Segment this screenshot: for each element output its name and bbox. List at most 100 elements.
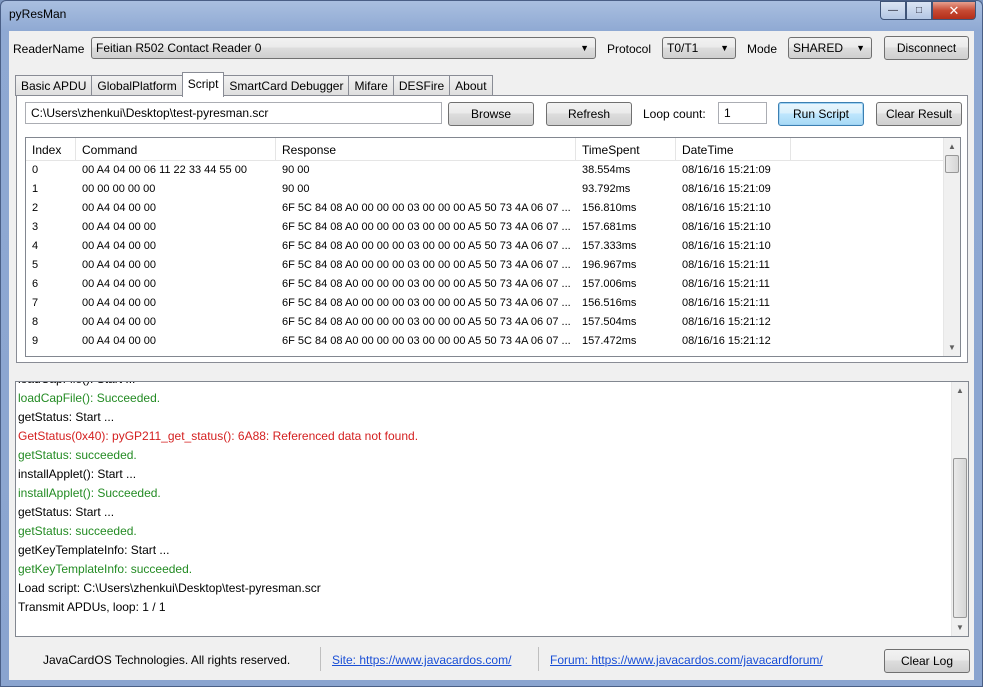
log-line: Load script: C:\Users\zhenkui\Desktop\te… [18,581,321,595]
window-title: pyResMan [9,7,67,21]
table-cell-index: 4 [32,240,39,252]
table-cell-index: 7 [32,297,39,309]
log-line: installApplet(): Succeeded. [18,486,161,500]
mode-select[interactable]: SHARED ▼ [788,37,872,59]
footer-divider [320,647,321,671]
table-cell-datetime: 08/16/16 15:21:12 [682,316,771,328]
log-line: GetStatus(0x40): pyGP211_get_status(): 6… [18,429,419,443]
log-output[interactable]: loadCapFile(): Start ... loadCapFile(): S… [15,381,969,637]
table-cell-timespent: 157.472ms [582,335,637,347]
column-header-response[interactable]: Response [276,138,576,161]
table-row[interactable]: 2 00 A4 04 00 00 6F 5C 84 08 A0 00 00 00 0… [26,199,960,218]
table-cell-index: 1 [32,183,39,195]
table-cell-datetime: 08/16/16 15:21:10 [682,202,771,214]
loop-count-input[interactable]: 1 [718,102,767,124]
table-row[interactable]: 6 00 A4 04 00 00 6F 5C 84 08 A0 00 00 00 0… [26,275,960,294]
column-header-datetime[interactable]: DateTime [676,138,791,161]
table-cell-index: 0 [32,164,39,176]
table-cell-response: 6F 5C 84 08 A0 00 00 00 03 00 00 00 A5 5… [282,335,571,347]
table-row[interactable]: 9 00 A4 04 00 00 6F 5C 84 08 A0 00 00 00 0… [26,332,960,351]
log-line: getStatus: Start ... [18,505,115,519]
close-button[interactable]: ✕ [932,1,976,20]
tab-smartcard-debugger[interactable]: SmartCard Debugger [223,75,350,96]
disconnect-button[interactable]: Disconnect [884,36,969,60]
table-scrollbar[interactable]: ▲ ▼ [943,138,960,356]
log-line: getStatus: succeeded. [18,524,137,538]
table-cell-datetime: 08/16/16 15:21:10 [682,240,771,252]
table-cell-datetime: 08/16/16 15:21:11 [682,297,770,309]
scroll-thumb[interactable] [953,458,967,618]
scroll-up-arrow-icon[interactable]: ▲ [944,138,960,155]
tab-desfire[interactable]: DESFire [392,75,451,96]
maximize-button[interactable]: □ [906,1,932,20]
chevron-down-icon: ▼ [856,43,865,53]
table-cell-response: 90 00 [282,183,310,195]
table-body: 0 00 A4 04 00 06 11 22 33 44 55 00 90 00 38… [26,161,960,351]
browse-button[interactable]: Browse [448,102,534,126]
run-script-button[interactable]: Run Script [778,102,864,126]
protocol-value: T0/T1 [667,41,699,55]
window-controls: — □ ✕ [880,1,976,20]
table-cell-response: 6F 5C 84 08 A0 00 00 00 03 00 00 00 A5 5… [282,221,571,233]
tab-script[interactable]: Script [181,72,225,97]
table-cell-index: 3 [32,221,39,233]
title-bar[interactable]: pyResMan — □ ✕ [1,1,982,29]
table-cell-response: 6F 5C 84 08 A0 00 00 00 03 00 00 00 A5 5… [282,202,571,214]
table-cell-datetime: 08/16/16 15:21:11 [682,259,770,271]
log-scrollbar[interactable]: ▲ ▼ [951,382,968,636]
tab-strip: Basic APDU GlobalPlatform Script SmartCard … [15,72,493,97]
table-cell-response: 6F 5C 84 08 A0 00 00 00 03 00 00 00 A5 5… [282,240,571,252]
table-header: Index Command Response TimeSpent DateTime [26,138,960,161]
protocol-label: Protocol [607,42,652,56]
scroll-thumb[interactable] [945,155,959,173]
protocol-select[interactable]: T0/T1 ▼ [662,37,736,59]
copyright-text: JavaCardOS Technologies. All rights rese… [43,653,291,667]
tab-basic-apdu[interactable]: Basic APDU [15,75,93,96]
clear-result-button[interactable]: Clear Result [876,102,962,126]
table-cell-timespent: 196.967ms [582,259,637,271]
table-row[interactable]: 4 00 A4 04 00 00 6F 5C 84 08 A0 00 00 00 0… [26,237,960,256]
log-line: loadCapFile(): Start ... [18,382,135,386]
scroll-down-arrow-icon[interactable]: ▼ [944,339,960,356]
footer-divider [538,647,539,671]
scroll-up-arrow-icon[interactable]: ▲ [952,382,968,399]
client-area: ReaderName Feitian R502 Contact Reader 0… [9,31,974,680]
table-row[interactable]: 8 00 A4 04 00 00 6F 5C 84 08 A0 00 00 00 0… [26,313,960,332]
column-header-command[interactable]: Command [76,138,276,161]
mode-label: Mode [747,42,778,56]
table-cell-index: 2 [32,202,39,214]
tab-about[interactable]: About [449,75,493,96]
table-row[interactable]: 0 00 A4 04 00 06 11 22 33 44 55 00 90 00 38… [26,161,960,180]
table-cell-response: 6F 5C 84 08 A0 00 00 00 03 00 00 00 A5 5… [282,316,571,328]
table-cell-command: 00 A4 04 00 00 [82,278,157,290]
table-cell-command: 00 A4 04 00 00 [82,297,157,309]
reader-name-select[interactable]: Feitian R502 Contact Reader 0 ▼ [91,37,596,59]
table-row[interactable]: 5 00 A4 04 00 00 6F 5C 84 08 A0 00 00 00 0… [26,256,960,275]
script-path-input[interactable]: C:\Users\zhenkui\Desktop\test-pyresman.s… [25,102,442,124]
table-row[interactable]: 3 00 A4 04 00 00 6F 5C 84 08 A0 00 00 00 0… [26,218,960,237]
clear-log-button[interactable]: Clear Log [884,649,970,673]
table-cell-response: 6F 5C 84 08 A0 00 00 00 03 00 00 00 A5 5… [282,259,571,271]
forum-link[interactable]: Forum: https://www.javacardos.com/javaca… [550,653,823,667]
refresh-button[interactable]: Refresh [546,102,632,126]
log-line: getKeyTemplateInfo: succeeded. [18,562,193,576]
app-window: pyResMan — □ ✕ ReaderName Feitian R502 C… [0,0,983,687]
table-cell-command: 00 00 00 00 00 [82,183,156,195]
tab-globalplatform[interactable]: GlobalPlatform [91,75,183,96]
tab-mifare[interactable]: Mifare [348,75,394,96]
table-cell-index: 8 [32,316,39,328]
column-header-timespent[interactable]: TimeSpent [576,138,676,161]
loop-count-label: Loop count: [643,107,706,121]
column-header-index[interactable]: Index [26,138,76,161]
table-row[interactable]: 7 00 A4 04 00 00 6F 5C 84 08 A0 00 00 00 0… [26,294,960,313]
table-cell-response: 90 00 [282,164,310,176]
apdu-result-table[interactable]: Index Command Response TimeSpent DateTime 00… [25,137,961,357]
site-link[interactable]: Site: https://www.javacardos.com/ [332,653,511,667]
minimize-button[interactable]: — [880,1,906,20]
column-header-filler [791,138,944,161]
table-row[interactable]: 1 00 00 00 00 00 90 00 93.792ms 08/16/16 15:… [26,180,960,199]
chevron-down-icon: ▼ [720,43,729,53]
scroll-down-arrow-icon[interactable]: ▼ [952,619,968,636]
table-cell-timespent: 157.006ms [582,278,637,290]
table-cell-datetime: 08/16/16 15:21:09 [682,183,771,195]
